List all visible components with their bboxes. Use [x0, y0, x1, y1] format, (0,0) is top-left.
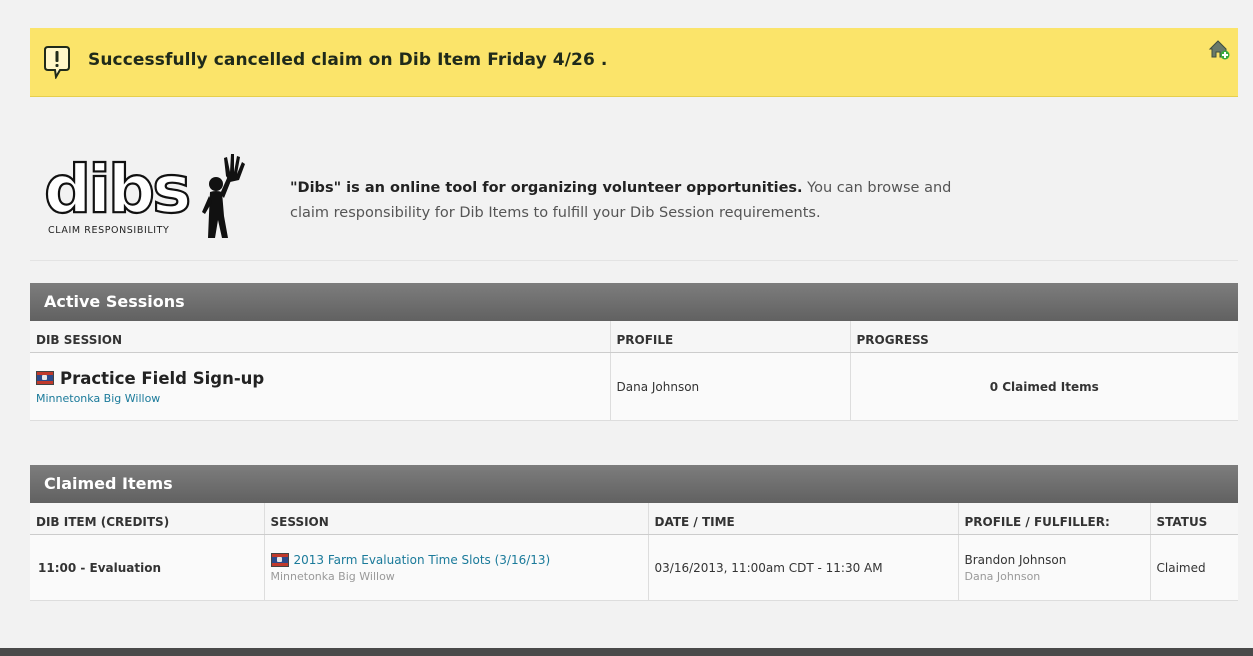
dibs-logo: dibs CLAIM RESPONSIBILITY: [43, 150, 245, 238]
column-header: SESSION: [264, 503, 649, 535]
column-header: PROFILE / FULFILLER:: [958, 503, 1151, 535]
claimed-items-header: Claimed Items: [30, 465, 1238, 513]
column-header: DIB ITEM (CREDITS): [30, 503, 265, 535]
session-cell: Practice Field Sign-up Minnetonka Big Wi…: [30, 352, 611, 421]
session-link[interactable]: 2013 Farm Evaluation Time Slots (3/16/13…: [294, 553, 551, 567]
home-add-icon[interactable]: [1208, 38, 1230, 60]
table-row[interactable]: Practice Field Sign-up Minnetonka Big Wi…: [30, 352, 1238, 421]
profile-fulfiller-cell: Brandon Johnson Dana Johnson: [958, 534, 1151, 601]
raised-hand-figure-icon: [202, 154, 245, 238]
alert-message: Successfully cancelled claim on Dib Item…: [88, 50, 608, 70]
active-sessions-table: DIB SESSION PROFILE PROGRESS Practice Fi…: [30, 321, 1238, 421]
session-title[interactable]: Practice Field Sign-up: [36, 369, 604, 388]
organization-link[interactable]: Minnetonka Big Willow: [36, 392, 604, 405]
datetime-cell: 03/16/2013, 11:00am CDT - 11:30 AM: [648, 534, 959, 601]
active-sessions-title: Active Sessions: [44, 292, 185, 311]
session-cell: 2013 Farm Evaluation Time Slots (3/16/13…: [264, 534, 649, 601]
claimed-items-table: DIB ITEM (CREDITS) SESSION DATE / TIME P…: [30, 503, 1238, 601]
active-sessions-header: Active Sessions: [30, 283, 1238, 331]
claimed-items-title: Claimed Items: [44, 474, 173, 493]
column-header: DIB SESSION: [30, 321, 611, 353]
table-header-row: DIB ITEM (CREDITS) SESSION DATE / TIME P…: [30, 503, 1238, 535]
footer-bar: [0, 648, 1253, 656]
column-header: PROFILE: [610, 321, 851, 353]
logo-tagline: CLAIM RESPONSIBILITY: [48, 225, 169, 236]
divider: [30, 260, 1238, 261]
table-row[interactable]: 11:00 - Evaluation 2013 Farm Evaluation …: [30, 534, 1238, 601]
intro-lead: "Dibs" is an online tool for organizing …: [290, 180, 803, 196]
column-header: DATE / TIME: [648, 503, 959, 535]
organization-label: Minnetonka Big Willow: [270, 569, 395, 583]
dib-item-cell: 11:00 - Evaluation: [30, 534, 265, 601]
progress-cell: 0 Claimed Items: [850, 352, 1238, 421]
logo-wordmark: dibs: [44, 151, 189, 228]
exclamation-speech-icon: [44, 46, 70, 79]
column-header: STATUS: [1150, 503, 1238, 535]
table-header-row: DIB SESSION PROFILE PROGRESS: [30, 321, 1238, 353]
flag-icon: [270, 552, 289, 567]
fulfiller-name: Dana Johnson: [964, 569, 1041, 583]
success-alert: Successfully cancelled claim on Dib Item…: [30, 28, 1238, 97]
column-header: PROGRESS: [850, 321, 1238, 353]
flag-icon: [36, 371, 54, 385]
profile-name: Brandon Johnson: [964, 552, 1067, 567]
session-name[interactable]: Practice Field Sign-up: [60, 369, 264, 388]
intro-text: "Dibs" is an online tool for organizing …: [290, 176, 990, 226]
status-cell: Claimed: [1150, 534, 1238, 601]
profile-cell: Dana Johnson: [610, 352, 851, 421]
